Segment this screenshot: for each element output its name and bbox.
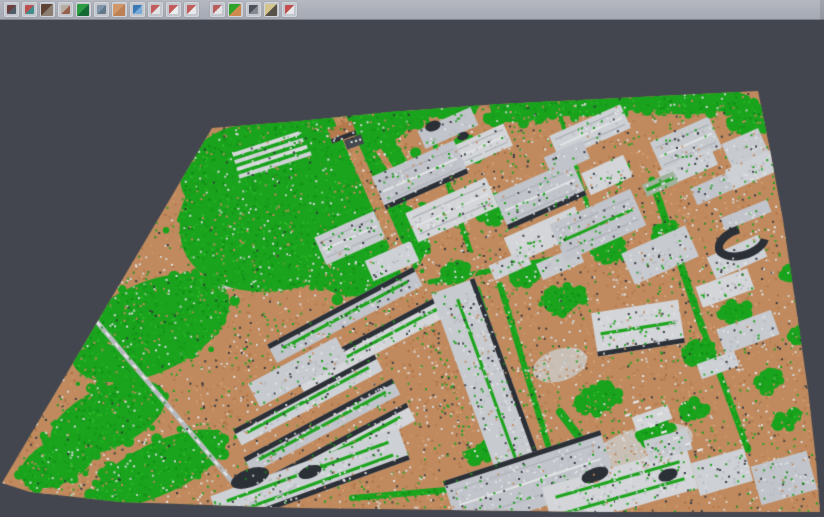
red-circle-icon[interactable] (166, 2, 181, 17)
red-badge-icon[interactable] (282, 2, 297, 17)
toolbar-icon-glyph (25, 5, 34, 14)
binoculars-icon[interactable] (246, 2, 261, 17)
toolbar-icon-glyph (77, 4, 89, 16)
ground-square-icon[interactable] (112, 2, 127, 17)
toolbar (0, 0, 824, 20)
toolbar-icon-glyph (97, 5, 106, 14)
toolbar-icon-glyph (169, 5, 178, 14)
toolbar-icon-glyph (213, 5, 222, 14)
red-teal-points-icon[interactable] (22, 2, 37, 17)
globe-icon[interactable] (130, 2, 145, 17)
toolbar-icon-glyph (113, 4, 125, 16)
blue-column-icon[interactable] (94, 2, 109, 17)
viewport-3d-canvas[interactable] (0, 20, 824, 517)
toolbar-icon-glyph (151, 5, 160, 14)
toolbar-icon-glyph (265, 4, 277, 16)
flag-tools-icon[interactable] (264, 2, 279, 17)
toolbar-icon-glyph (61, 5, 70, 14)
green-terrain-icon[interactable] (76, 2, 91, 17)
toolbar-icon-glyph (133, 5, 142, 14)
red-ring-select-icon[interactable] (210, 2, 225, 17)
app-window: { "window": { "width": 824, "height": 51… (0, 0, 824, 517)
toolbar-icon-glyph (285, 5, 294, 14)
red-brackets-icon[interactable] (184, 2, 199, 17)
toolbar-icon-glyph (41, 4, 53, 16)
red-list-icon[interactable] (148, 2, 163, 17)
toolbar-icon-glyph (7, 5, 16, 14)
toolbar-icon-glyph (249, 5, 258, 14)
red-cube-icon[interactable] (4, 2, 19, 17)
toolbar-icon-glyph (187, 5, 196, 14)
toolbar-icon-glyph (229, 4, 241, 16)
classification-palette-icon[interactable] (228, 2, 243, 17)
brown-terrain-icon[interactable] (40, 2, 55, 17)
classified-points-icon[interactable] (58, 2, 73, 17)
window-right-edge (820, 0, 824, 20)
